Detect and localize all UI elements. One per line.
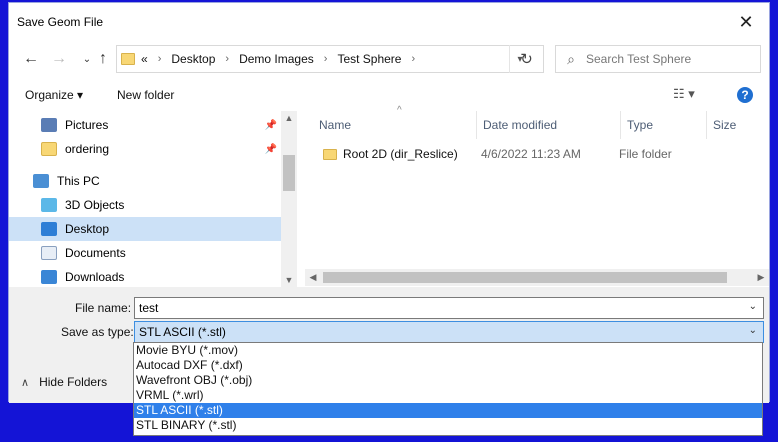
file-type: File folder (619, 147, 672, 161)
navigation-bar: ← → ⌄ ↑ « › Desktop › Demo Images › Test… (9, 43, 769, 75)
column-header-type[interactable]: Type (621, 111, 707, 139)
breadcrumb-item-demo-images[interactable]: Demo Images (239, 52, 314, 66)
navigation-pane: Pictures 📌 ordering 📌 This PC 3D Objects… (9, 111, 297, 287)
file-name: Root 2D (dir_Reslice) (343, 147, 458, 161)
folder-icon (121, 53, 135, 65)
dropdown-option[interactable]: STL BINARY (*.stl) (134, 418, 762, 433)
change-view-icon[interactable]: ☷ ▾ (673, 86, 695, 102)
file-name-cell: Root 2D (dir_Reslice) (323, 147, 458, 161)
up-arrow-icon[interactable]: ↑ (91, 43, 115, 75)
dropdown-option[interactable]: VRML (*.wrl) (134, 388, 762, 403)
sidebar-item-this-pc[interactable]: This PC (9, 169, 281, 193)
save-type-label: Save as type: (61, 325, 134, 339)
horizontal-scrollbar[interactable]: ◀ ▶ (305, 269, 769, 286)
desktop-icon (41, 222, 57, 236)
column-header-label: Type (627, 118, 654, 132)
column-header-label: Name (319, 118, 352, 132)
scroll-left-icon[interactable]: ◀ (305, 269, 321, 286)
dropdown-option[interactable]: Wavefront OBJ (*.obj) (134, 373, 762, 388)
chevron-right-icon: › (157, 53, 162, 65)
chevron-right-icon[interactable]: › (324, 53, 328, 65)
breadcrumb-item-desktop[interactable]: Desktop (171, 52, 215, 66)
sidebar-item-documents[interactable]: Documents (9, 241, 281, 265)
close-icon[interactable]: ✕ (723, 3, 769, 41)
chevron-up-icon: ∧ (21, 376, 30, 389)
new-folder-button[interactable]: New folder (117, 88, 174, 102)
sidebar-item-label: This PC (57, 174, 100, 188)
window-title: Save Geom File (17, 15, 104, 29)
computer-icon (33, 174, 49, 188)
dropdown-option[interactable]: STL ASCII (*.stl) (134, 403, 762, 418)
column-header-label: Date modified (483, 118, 558, 132)
save-type-dropdown: Movie BYU (*.mov) Autocad DXF (*.dxf) Wa… (133, 342, 763, 436)
breadcrumb: « › Desktop › Demo Images › Test Sphere … (141, 52, 425, 66)
scrollbar-thumb[interactable] (323, 272, 727, 283)
documents-icon (41, 246, 57, 260)
scroll-up-icon[interactable]: ▲ (281, 111, 297, 125)
pictures-icon (41, 118, 57, 132)
table-row[interactable]: Root 2D (dir_Reslice) 4/6/2022 11:23 AM … (305, 143, 769, 165)
sidebar-item-label: ordering (65, 142, 110, 156)
column-header-date-modified[interactable]: Date modified (477, 111, 621, 139)
hide-folders-button[interactable]: ∧ Hide Folders (21, 375, 107, 389)
sidebar-item-pictures[interactable]: Pictures 📌 (9, 113, 281, 137)
title-bar: Save Geom File ✕ (9, 3, 769, 41)
dropdown-option[interactable]: Autocad DXF (*.dxf) (134, 358, 762, 373)
file-name-label: File name: (75, 301, 132, 315)
scrollbar-thumb[interactable] (283, 155, 295, 191)
sidebar-item-label: Pictures (65, 118, 109, 132)
forward-arrow-icon[interactable]: → (47, 43, 71, 75)
sidebar-scrollbar[interactable]: ▲ ▼ (281, 111, 297, 287)
folder-icon (323, 148, 337, 160)
help-icon[interactable]: ? (737, 87, 753, 103)
search-icon: ⌕ (567, 50, 575, 67)
breadcrumb-overflow[interactable]: « (141, 52, 148, 66)
search-placeholder: Search Test Sphere (586, 52, 692, 66)
hide-folders-label: Hide Folders (39, 375, 108, 389)
address-bar[interactable]: « › Desktop › Demo Images › Test Sphere … (116, 45, 544, 73)
file-name-value: test (139, 301, 159, 315)
file-date: 4/6/2022 11:23 AM (481, 147, 581, 161)
breadcrumb-item-test-sphere[interactable]: Test Sphere (337, 52, 401, 66)
chevron-down-icon[interactable]: ⌄ (749, 301, 757, 312)
scroll-down-icon[interactable]: ▼ (281, 273, 297, 287)
column-header-size[interactable]: Size (707, 111, 767, 139)
pin-icon[interactable]: 📌 (265, 120, 277, 131)
file-name-field[interactable]: test ⌄ (134, 297, 764, 319)
search-input[interactable]: ⌕ Search Test Sphere (555, 45, 761, 73)
sidebar-item-ordering[interactable]: ordering 📌 (9, 137, 281, 161)
pin-icon[interactable]: 📌 (265, 144, 277, 155)
sidebar-item-3d-objects[interactable]: 3D Objects (9, 193, 281, 217)
sidebar-item-label: 3D Objects (65, 198, 125, 212)
sidebar-item-label: Documents (65, 246, 126, 260)
chevron-down-icon[interactable]: ⌄ (749, 325, 757, 336)
chevron-right-icon[interactable]: › (225, 53, 229, 65)
sidebar-item-desktop[interactable]: Desktop (9, 217, 281, 241)
organize-button[interactable]: Organize ▾ (25, 88, 83, 102)
back-arrow-icon[interactable]: ← (19, 43, 43, 75)
save-type-value: STL ASCII (*.stl) (139, 325, 226, 339)
scroll-right-icon[interactable]: ▶ (753, 269, 769, 286)
column-header-name[interactable]: ^ Name (313, 105, 477, 139)
refresh-icon[interactable]: ↻ (509, 45, 543, 73)
chevron-right-icon[interactable]: › (411, 53, 415, 65)
save-type-select[interactable]: STL ASCII (*.stl) ⌄ (134, 321, 764, 343)
folder-icon (41, 142, 57, 156)
sidebar-item-label: Downloads (65, 270, 125, 284)
column-header-label: Size (713, 118, 737, 132)
file-list: ^ Name Date modified Type Size Root 2D (… (305, 105, 769, 287)
sidebar-item-label: Desktop (65, 222, 110, 236)
command-bar: Organize ▾ New folder ☷ ▾ ? (9, 81, 769, 109)
downloads-icon (41, 270, 57, 284)
sort-ascending-icon: ^ (397, 105, 402, 116)
3d-objects-icon (41, 198, 57, 212)
sidebar-item-downloads[interactable]: Downloads (9, 265, 281, 287)
dropdown-option[interactable]: Movie BYU (*.mov) (134, 343, 762, 358)
